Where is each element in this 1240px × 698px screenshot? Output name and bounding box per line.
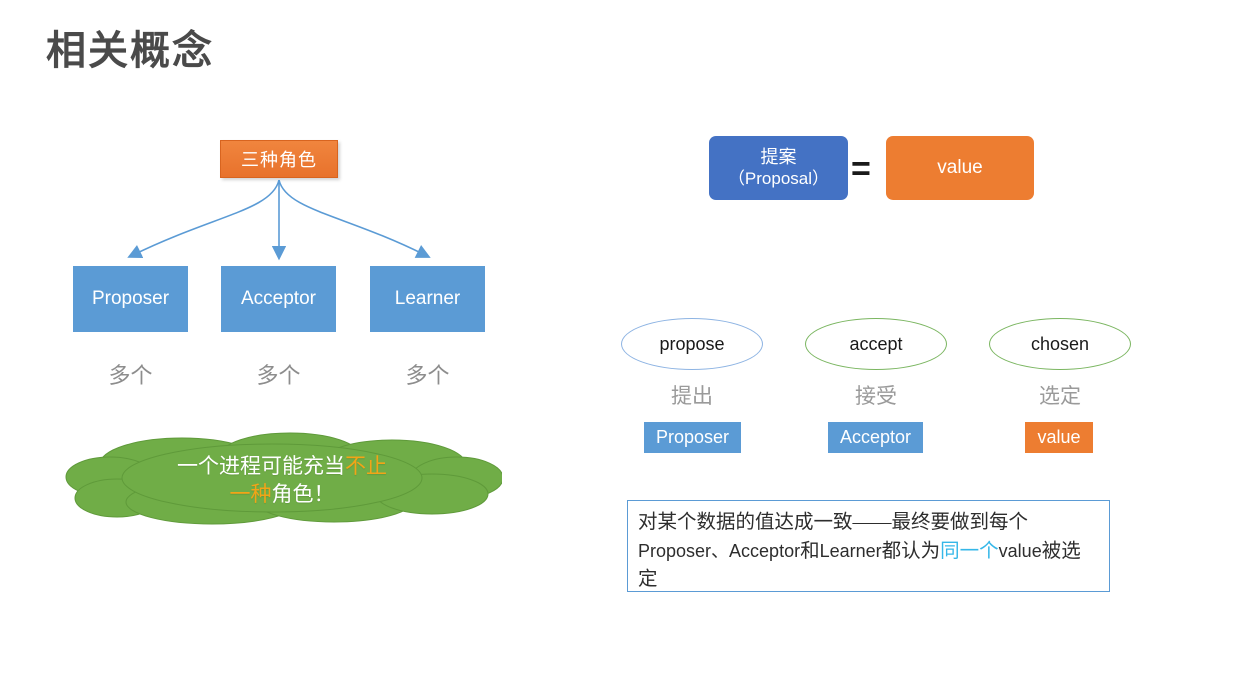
note-box: 对某个数据的值达成一致——最终要做到每个 Proposer、Acceptor和Le… bbox=[627, 500, 1110, 592]
slide-canvas: 相关概念 三种角色 Proposer Acceptor Learner 多个 多… bbox=[0, 0, 1240, 698]
step-actor-proposer: Proposer bbox=[644, 422, 741, 453]
step-term-chosen: chosen bbox=[1030, 333, 1090, 354]
note-seg1: 对某个数据的值达成一致——最终要做到每个 bbox=[638, 512, 1029, 533]
step-term-accept: accept bbox=[849, 333, 903, 354]
role-box-learner: Learner bbox=[370, 266, 485, 332]
role-head-label: 三种角色 bbox=[241, 150, 317, 170]
role-count-proposer: 多个 bbox=[108, 363, 153, 388]
role-label-acceptor: Acceptor bbox=[241, 288, 316, 309]
page-title: 相关概念 bbox=[46, 28, 214, 73]
value-box: value bbox=[886, 136, 1034, 200]
equals-sign: = bbox=[851, 150, 871, 188]
note-seg7: value bbox=[998, 541, 1042, 561]
step-ellipse-propose: propose bbox=[621, 318, 763, 370]
role-box-acceptor: Acceptor bbox=[221, 266, 336, 332]
step-actor-value: value bbox=[1025, 422, 1093, 453]
note-seg3: 和 bbox=[800, 541, 820, 562]
proposal-label-cn: 提案 bbox=[760, 147, 797, 167]
value-label: value bbox=[937, 157, 983, 178]
step-term-propose: propose bbox=[659, 333, 725, 354]
step-actor-acceptor: Acceptor bbox=[828, 422, 923, 453]
note-seg4: Learner bbox=[819, 541, 882, 561]
proposal-box: 提案 （Proposal） bbox=[709, 136, 848, 200]
step-cn-chosen: 选定 bbox=[1039, 384, 1081, 408]
role-count-learner: 多个 bbox=[405, 363, 450, 388]
proposal-label-en: （Proposal） bbox=[727, 169, 830, 188]
note-seg5: 都认为 bbox=[881, 541, 941, 562]
note-highlight: 同一个 bbox=[940, 541, 999, 562]
role-box-proposer: Proposer bbox=[73, 266, 188, 332]
cloud-line1-plain: 一个进程可能充当 bbox=[177, 454, 345, 478]
role-head-box: 三种角色 bbox=[220, 140, 338, 178]
step-cn-accept: 接受 bbox=[855, 384, 897, 408]
cloud-callout: 一个进程可能充当不止 一种角色！ bbox=[62, 430, 504, 525]
cloud-line1-highlight: 不止 bbox=[345, 454, 387, 478]
role-count-acceptor: 多个 bbox=[256, 363, 301, 388]
step-cn-propose: 提出 bbox=[671, 384, 713, 408]
role-label-proposer: Proposer bbox=[91, 288, 170, 309]
note-seg2: Proposer、Acceptor bbox=[638, 541, 801, 561]
role-label-learner: Learner bbox=[394, 288, 461, 309]
step-ellipse-accept: accept bbox=[805, 318, 947, 370]
cloud-line2-plain: 角色！ bbox=[271, 482, 335, 506]
step-ellipse-chosen: chosen bbox=[989, 318, 1131, 370]
cloud-text: 一个进程可能充当不止 一种角色！ bbox=[62, 452, 502, 508]
cloud-line2-highlight: 一种 bbox=[229, 482, 272, 506]
